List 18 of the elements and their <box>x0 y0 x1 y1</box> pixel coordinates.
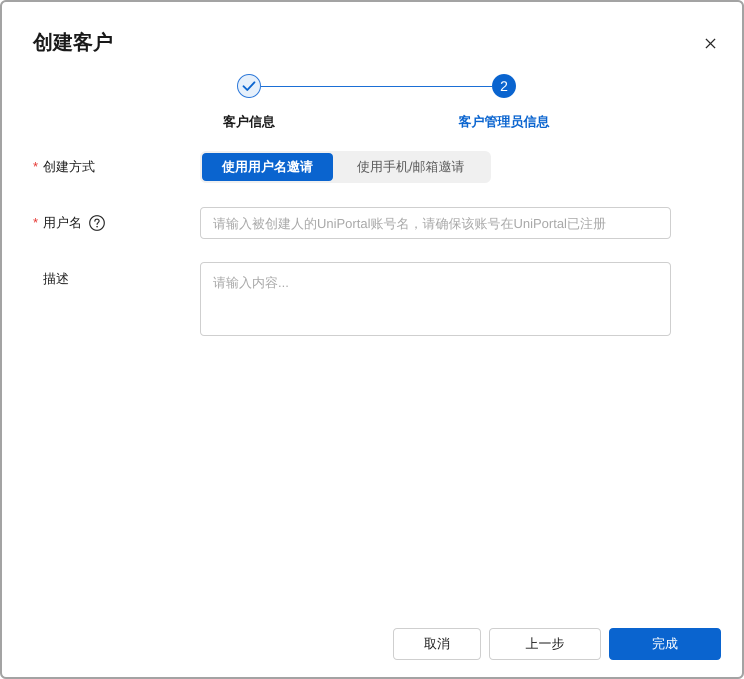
primary-button[interactable]: 完成 <box>609 628 721 660</box>
field-label: 创建方式 <box>43 158 95 176</box>
segment-option[interactable]: 使用用户名邀请 <box>202 153 333 181</box>
required-mark: * <box>33 215 38 231</box>
help-icon[interactable] <box>89 215 105 231</box>
step-number: 2 <box>492 74 516 98</box>
step-label: 客户管理员信息 <box>458 113 550 131</box>
segment-option[interactable]: 使用手机/邮箱邀请 <box>333 153 489 181</box>
close-icon[interactable] <box>705 38 716 48</box>
secondary-button[interactable]: 取消 <box>393 628 481 660</box>
text-area-field[interactable]: 请输入内容... <box>200 262 671 336</box>
text-input-field[interactable]: 请输入被创建人的UniPortal账号名，请确保该账号在UniPortal已注册 <box>200 207 671 239</box>
field-label: 描述 <box>43 270 69 288</box>
field-label: 用户名 <box>43 214 82 232</box>
required-mark: * <box>33 159 38 175</box>
secondary-button[interactable]: 上一步 <box>489 628 601 660</box>
dialog-title: 创建客户 <box>33 30 113 56</box>
step-label: 客户信息 <box>223 113 275 131</box>
